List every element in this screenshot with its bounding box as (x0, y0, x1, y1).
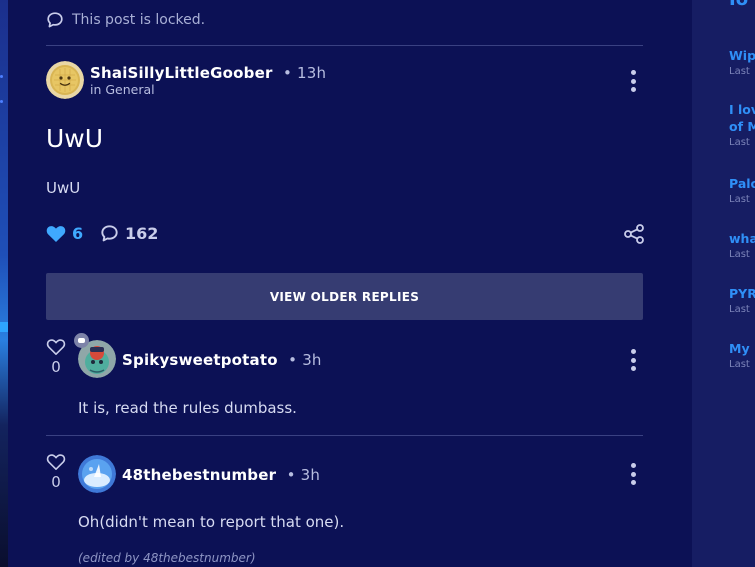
sidebar-item[interactable]: PYR Last (729, 285, 755, 315)
post-category[interactable]: in General (90, 82, 155, 97)
sidebar-item-title[interactable]: PYR (729, 285, 755, 302)
reply-text: It is, read the rules dumbass. (78, 399, 297, 417)
sidebar-item-meta: Last (729, 66, 750, 77)
post-author-name[interactable]: ShaiSillyLittleGoober (90, 64, 273, 82)
sidebar-header: Io (729, 0, 748, 10)
sidebar-item[interactable]: wha Last (729, 230, 755, 260)
locked-notice: This post is locked. (46, 11, 205, 29)
badge-icon (74, 333, 89, 348)
comment-count: 162 (125, 224, 159, 243)
reply-time: • 3h (288, 351, 322, 369)
heart-outline-icon[interactable] (46, 453, 66, 471)
comment-button[interactable]: 162 (100, 224, 158, 243)
reply-author-name[interactable]: Spikysweetpotato (122, 351, 278, 369)
sidebar-item-meta: Last (729, 137, 750, 148)
sidebar-item-title-line2[interactable]: of M (729, 118, 755, 135)
sidebar-item-meta: Last (729, 359, 750, 370)
reply-like-count: 0 (51, 473, 61, 491)
like-count: 6 (72, 224, 84, 243)
speech-bubble-icon (101, 225, 118, 242)
reply-time: • 3h (286, 466, 321, 484)
post-author[interactable]: ShaiSillyLittleGoober • 13h (90, 64, 326, 82)
sidebar-item-title[interactable]: I lov (729, 101, 755, 118)
reply-like[interactable]: 0 (46, 338, 66, 376)
share-button[interactable] (623, 223, 645, 245)
post-more-button[interactable] (627, 70, 639, 92)
avatar[interactable] (78, 455, 116, 493)
view-older-replies-button[interactable]: VIEW OLDER REPLIES (46, 273, 643, 320)
reply-author[interactable]: Spikysweetpotato • 3h (122, 351, 322, 369)
like-button[interactable]: 6 (46, 224, 83, 243)
sidebar-item[interactable]: Palo Last (729, 175, 755, 205)
sidebar-item-meta: Last (729, 304, 750, 315)
avatar[interactable] (46, 61, 84, 99)
sidebar-item-title[interactable]: My p (729, 340, 755, 357)
sidebar-item[interactable]: My p Last (729, 340, 755, 370)
sidebar-item-title[interactable]: Wip (729, 47, 755, 64)
post-thread: This post is locked. ShaiSillyLittleGoob… (8, 0, 692, 567)
reply-author[interactable]: 48thebestnumber • 3h (122, 466, 320, 484)
sidebar-item[interactable]: I lov of M Last (729, 101, 755, 148)
speech-bubble-icon (47, 12, 63, 28)
heart-outline-icon[interactable] (46, 338, 66, 356)
reply-text: Oh(didn't mean to report that one). (78, 513, 345, 531)
share-icon (624, 224, 644, 244)
reply-author-name[interactable]: 48thebestnumber (122, 466, 276, 484)
sidebar-item[interactable]: Wip Last (729, 47, 755, 77)
sidebar-item-meta: Last (729, 194, 750, 205)
post-title: UwU (46, 124, 104, 153)
locked-notice-text: This post is locked. (72, 12, 206, 28)
reply-like-count: 0 (51, 358, 61, 376)
post-body: UwU (46, 179, 81, 197)
background-edge (0, 0, 8, 567)
divider (46, 45, 643, 46)
sidebar-item-meta: Last (729, 249, 750, 260)
reply-more-button[interactable] (627, 463, 639, 485)
reply-like[interactable]: 0 (46, 453, 66, 491)
sidebar: Io Wip Last I lov of M Last Palo Last wh… (692, 0, 755, 567)
post-time: • 13h (282, 64, 327, 82)
edited-note: (edited by 48thebestnumber) (78, 551, 256, 565)
reply-more-button[interactable] (627, 349, 639, 371)
sidebar-item-title[interactable]: Palo (729, 175, 755, 192)
divider (46, 435, 643, 436)
heart-icon (46, 225, 66, 242)
sidebar-item-title[interactable]: wha (729, 230, 755, 247)
